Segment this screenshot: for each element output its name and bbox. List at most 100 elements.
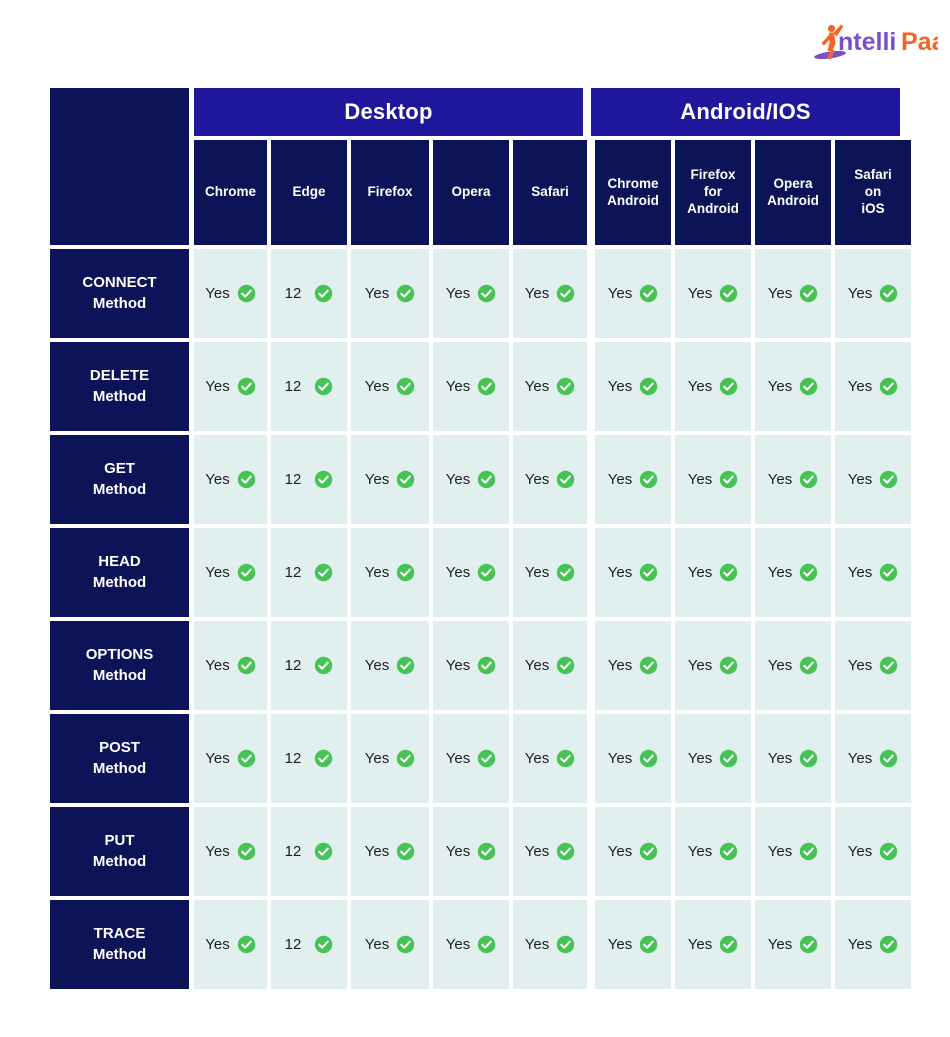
cell-opera: Yes — [433, 528, 509, 617]
check-circle-icon — [397, 656, 415, 675]
cell-safari_ios: Yes — [835, 714, 911, 803]
cell-safari: Yes — [513, 621, 587, 710]
cell-opera: Yes — [433, 900, 509, 989]
check-circle-icon — [640, 563, 658, 582]
check-circle-icon — [557, 749, 575, 768]
group-header-desktop: Desktop — [194, 88, 583, 136]
logo-text-ntelli: ntelli — [838, 28, 896, 56]
cell-value: Yes — [607, 285, 633, 302]
cell-value: Yes — [607, 843, 633, 860]
cell-value: 12 — [284, 750, 302, 767]
cell-value: Yes — [607, 471, 633, 488]
cell-value: Yes — [847, 564, 873, 581]
cell-chrome: Yes — [194, 435, 267, 524]
cell-edge: 12 — [271, 714, 347, 803]
cell-chrome: Yes — [194, 342, 267, 431]
check-circle-icon — [800, 656, 818, 675]
check-circle-icon — [237, 377, 255, 396]
column-header-chrome: Chrome — [194, 140, 267, 245]
table-row: TRACE Method Yes 12 Yes Yes Yes Yes Yes Yes Yes — [50, 900, 911, 989]
cell-firefox: Yes — [351, 900, 429, 989]
cell-value: 12 — [284, 285, 302, 302]
cell-value: Yes — [364, 750, 390, 767]
cell-value: Yes — [524, 471, 550, 488]
check-circle-icon — [397, 284, 415, 303]
check-circle-icon — [640, 749, 658, 768]
check-circle-icon — [237, 656, 255, 675]
check-circle-icon — [880, 563, 898, 582]
cell-value: Yes — [607, 564, 633, 581]
check-circle-icon — [557, 377, 575, 396]
check-circle-icon — [237, 749, 255, 768]
check-circle-icon — [237, 563, 255, 582]
row-label-method-name: GET — [104, 460, 135, 478]
cell-value: Yes — [607, 750, 633, 767]
cell-value: Yes — [607, 936, 633, 953]
cell-opera_android: Yes — [755, 714, 831, 803]
table-row: CONNECT Method Yes 12 Yes Yes Yes Yes Yes Yes Yes — [50, 249, 911, 338]
cell-value: Yes — [607, 378, 633, 395]
check-circle-icon — [880, 377, 898, 396]
cell-chrome: Yes — [194, 714, 267, 803]
check-circle-icon — [800, 842, 818, 861]
cell-opera_android: Yes — [755, 807, 831, 896]
check-circle-icon — [557, 842, 575, 861]
cell-opera_android: Yes — [755, 435, 831, 524]
cell-chrome: Yes — [194, 900, 267, 989]
check-circle-icon — [478, 377, 496, 396]
column-header-firefox-android: Firefox for Android — [675, 140, 751, 245]
cell-value: Yes — [524, 564, 550, 581]
check-circle-icon — [478, 935, 496, 954]
check-circle-icon — [397, 470, 415, 489]
cell-value: Yes — [205, 843, 230, 860]
cell-value: Yes — [847, 657, 873, 674]
cell-value: Yes — [524, 378, 550, 395]
cell-safari_ios: Yes — [835, 249, 911, 338]
cell-value: Yes — [767, 471, 793, 488]
cell-edge: 12 — [271, 249, 347, 338]
check-circle-icon — [557, 563, 575, 582]
cell-value: 12 — [284, 843, 302, 860]
page-root: ntelli Paat Desktop Android/IOS Chrome E… — [0, 0, 950, 1037]
check-circle-icon — [880, 842, 898, 861]
cell-firefox: Yes — [351, 621, 429, 710]
table-row: DELETE Method Yes 12 Yes Yes Yes Yes Yes Yes Yes — [50, 342, 911, 431]
cell-opera_android: Yes — [755, 900, 831, 989]
check-circle-icon — [478, 470, 496, 489]
intellipaat-logo: ntelli Paat — [808, 18, 938, 66]
cell-safari: Yes — [513, 249, 587, 338]
cell-chrome_android: Yes — [595, 435, 671, 524]
row-label-method-suffix: Method — [92, 852, 147, 870]
check-circle-icon — [478, 563, 496, 582]
check-circle-icon — [720, 749, 738, 768]
cell-firefox_android: Yes — [675, 249, 751, 338]
row-label-head: HEAD Method — [50, 528, 189, 617]
check-circle-icon — [397, 377, 415, 396]
check-circle-icon — [478, 656, 496, 675]
check-circle-icon — [557, 284, 575, 303]
check-circle-icon — [640, 284, 658, 303]
row-label-method-name: CONNECT — [82, 274, 157, 292]
cell-opera: Yes — [433, 435, 509, 524]
cell-value: Yes — [524, 657, 550, 674]
cell-value: Yes — [767, 378, 793, 395]
cell-value: Yes — [205, 750, 230, 767]
cell-firefox_android: Yes — [675, 714, 751, 803]
check-circle-icon — [880, 470, 898, 489]
row-label-method-suffix: Method — [92, 666, 147, 684]
cell-safari_ios: Yes — [835, 621, 911, 710]
check-circle-icon — [557, 470, 575, 489]
check-circle-icon — [720, 377, 738, 396]
cell-value: Yes — [364, 843, 390, 860]
cell-value: Yes — [445, 657, 471, 674]
cell-value: Yes — [687, 471, 713, 488]
cell-value: Yes — [205, 471, 230, 488]
table-corner-cell — [50, 88, 189, 245]
intellipaat-logo-icon: ntelli Paat — [814, 24, 938, 60]
cell-firefox: Yes — [351, 249, 429, 338]
cell-firefox: Yes — [351, 435, 429, 524]
column-header-safari-ios: Safari on iOS — [835, 140, 911, 245]
column-header-opera-android: Opera Android — [755, 140, 831, 245]
check-circle-icon — [800, 284, 818, 303]
cell-value: Yes — [364, 936, 390, 953]
